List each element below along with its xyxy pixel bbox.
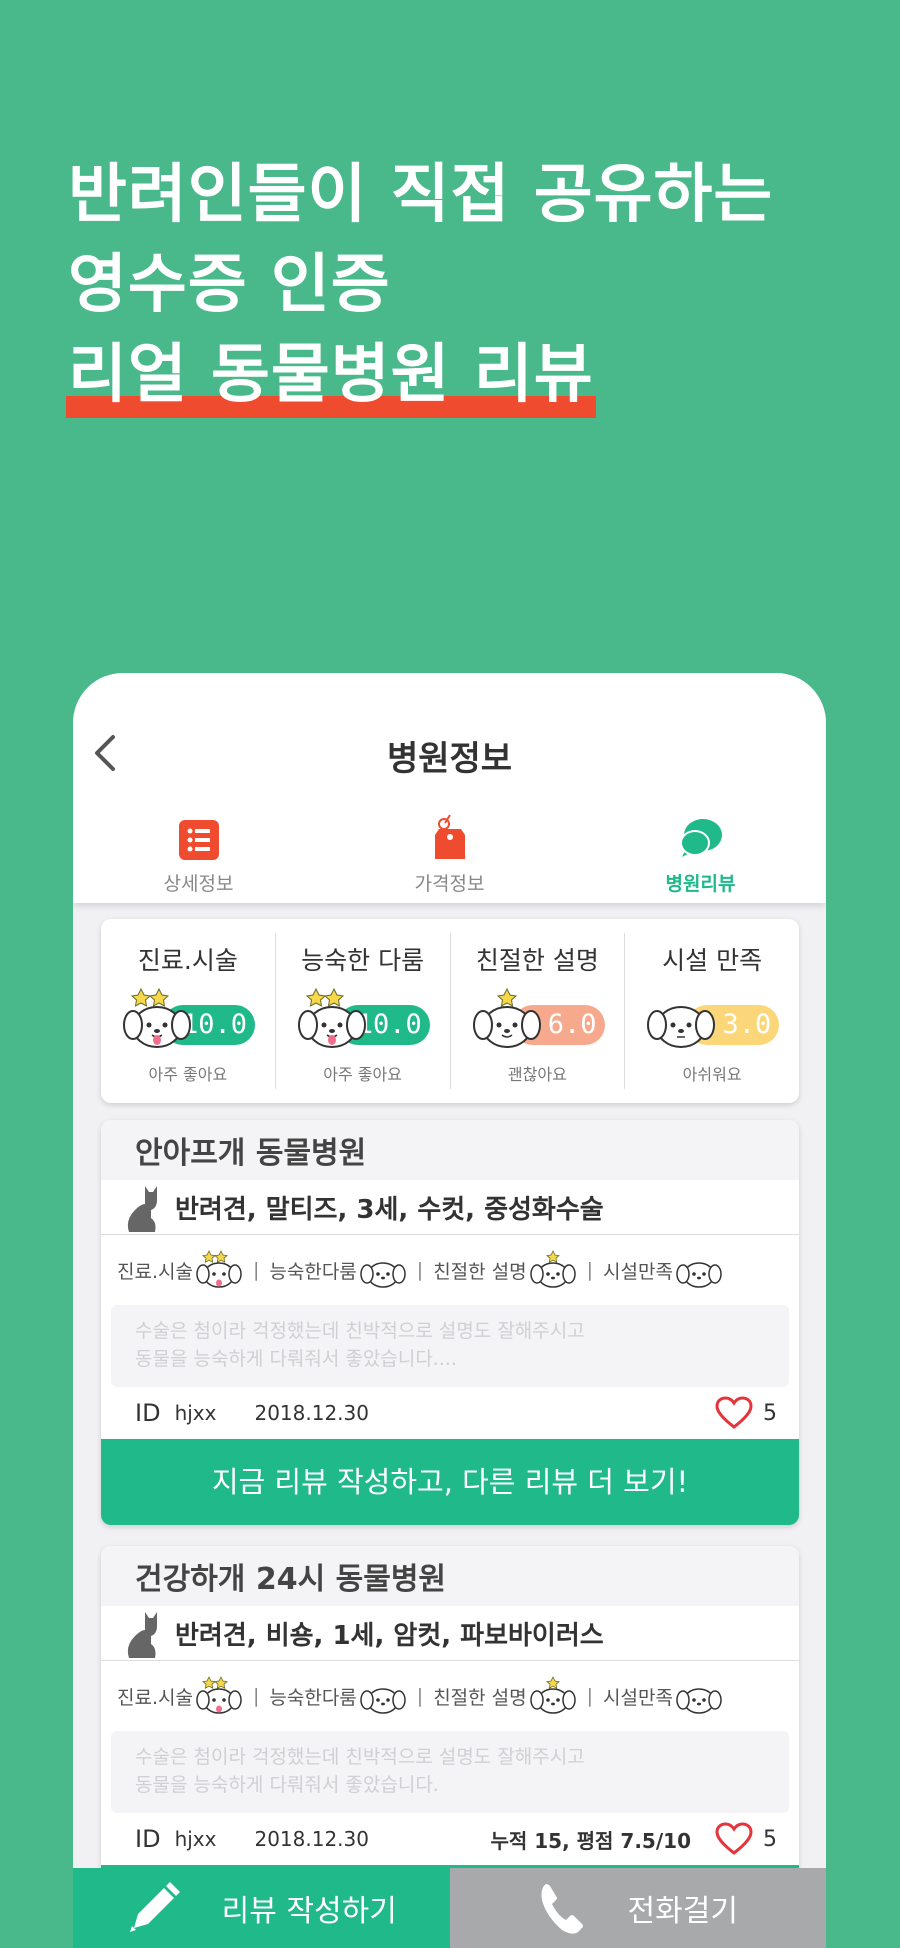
hospital-name: 건강하개 24시 동물병원 [101, 1546, 799, 1606]
call-label: 전화걸기 [627, 1894, 738, 1929]
headline-highlight: 리얼 동물병원 리뷰 [66, 330, 596, 420]
rating-handling: 능숙한 다룸 10.0 아주 좋아요 [276, 933, 451, 1089]
mini-rating-label: 시설만족 [603, 1260, 673, 1283]
mini-ratings: 진료.시술 | 능숙한다룸 | 친절한 설명 | 시설만족 [101, 1235, 799, 1305]
pet-silhouette-icon [127, 1186, 157, 1232]
mini-rating-label: 시설만족 [603, 1686, 673, 1709]
happy-dog-two-stars-icon [297, 987, 366, 1048]
write-review-button[interactable]: 리뷰 작성하기 [73, 1868, 450, 1948]
rating-title: 친절한 설명 [475, 946, 599, 975]
mini-rating-label: 진료.시술 [117, 1686, 193, 1709]
neutral-dog-icon [676, 1688, 722, 1714]
review-card[interactable]: 건강하개 24시 동물병원 반려견, 비숑, 1세, 암컷, 파보바이러스 진료… [101, 1546, 799, 1877]
user-id: hjxx [174, 1401, 217, 1425]
mini-rating-label: 진료.시술 [117, 1260, 193, 1283]
price-tag-icon [434, 814, 465, 859]
review-meta: ID hjxx 2018.12.30 누적 15, 평점 7.5/10 5 [101, 1813, 799, 1865]
mini-rating-label: 능숙한다룸 [269, 1260, 357, 1283]
page-title: 병원정보 [386, 739, 513, 779]
id-label: ID [135, 1825, 161, 1853]
pencil-icon [129, 1882, 180, 1932]
hospital-name: 안아프개 동물병원 [101, 1120, 799, 1180]
happy-dog-two-stars-icon [123, 987, 191, 1048]
rating-desc: 아쉬워요 [682, 1065, 742, 1084]
mini-ratings: 진료.시술 | 능숙한다룸 | 친절한 설명 | 시설만족 [101, 1661, 799, 1731]
smiling-dog-one-star-icon [529, 1676, 576, 1714]
rating-treatment: 진료.시술 10.0 아주 좋아요 [101, 933, 276, 1089]
phone-icon [541, 1884, 583, 1934]
review-meta: ID hjxx 2018.12.30 5 [101, 1387, 799, 1439]
rating-title: 능숙한 다룸 [301, 946, 425, 975]
review-preview: 수술은 첨이라 걱정했는데 친박적으로 설명도 잘해주시고 동물을 능숙하게 다… [111, 1731, 789, 1813]
tab-detail-label: 상세정보 [163, 873, 234, 895]
rating-desc: 아주 좋아요 [323, 1065, 402, 1084]
tab-review-label: 병원리뷰 [665, 873, 736, 895]
list-icon [178, 820, 219, 860]
headline: 반려인들이 직접 공유하는 영수증 인증 리얼 동물병원 리뷰 [66, 150, 774, 420]
mini-rating-label: 친절한 설명 [433, 1686, 527, 1709]
review-stats: 누적 15, 평점 7.5/10 [490, 1828, 692, 1853]
pet-info: 반려견, 비숑, 1세, 암컷, 파보바이러스 [175, 1620, 604, 1651]
mini-rating-label: 능숙한다룸 [269, 1686, 357, 1709]
review-text-line: 동물을 능숙하게 다뤄줘서 좋았습니다. [135, 1774, 439, 1796]
phone-screen: 병원정보 상세정보 가격정보 병원리뷰 진료.시술 10.0 아주 좋아요 능숙… [73, 673, 826, 1948]
neutral-dog-icon [647, 1006, 716, 1048]
pet-info: 반려견, 말티즈, 3세, 수컷, 중성화수술 [175, 1194, 604, 1225]
smiling-dog-one-star-icon [472, 987, 541, 1048]
heart-icon[interactable] [715, 1822, 753, 1856]
rating-desc: 괜찮아요 [507, 1065, 567, 1084]
bottom-action-bar: 리뷰 작성하기 전화걸기 [73, 1868, 826, 1948]
review-text-line: 동물을 능숙하게 다뤄줘서 좋았습니다.... [135, 1348, 457, 1370]
rating-summary: 진료.시술 10.0 아주 좋아요 능숙한 다룸 10.0 아주 좋아요 친절한… [101, 919, 799, 1103]
happy-dog-two-stars-icon [196, 1676, 242, 1714]
happy-dog-two-stars-icon [196, 1250, 242, 1288]
tab-price[interactable]: 가격정보 [324, 813, 575, 896]
review-preview: 수술은 첨이라 걱정했는데 친박적으로 설명도 잘해주시고 동물을 능숙하게 다… [111, 1305, 789, 1387]
review-text-line: 수술은 첨이라 걱정했는데 친박적으로 설명도 잘해주시고 [135, 1746, 585, 1768]
heart-icon[interactable] [715, 1396, 753, 1430]
review-card[interactable]: 안아프개 동물병원 반려견, 말티즈, 3세, 수컷, 중성화수술 진료.시술 … [101, 1120, 799, 1525]
smiling-dog-one-star-icon [529, 1250, 576, 1288]
like-count: 5 [763, 1826, 777, 1852]
rating-explanation: 친절한 설명 6.0 괜찮아요 [451, 933, 626, 1089]
write-review-cta-button[interactable]: 지금 리뷰 작성하고, 다른 리뷰 더 보기! [101, 1439, 799, 1525]
app-header: 병원정보 상세정보 가격정보 병원리뷰 [73, 673, 826, 903]
review-text-line: 수술은 첨이라 걱정했는데 친박적으로 설명도 잘해주시고 [135, 1320, 585, 1342]
rating-title: 시설 만족 [662, 946, 763, 975]
neutral-dog-icon [360, 1262, 406, 1288]
neutral-dog-icon [360, 1688, 406, 1714]
write-review-label: 리뷰 작성하기 [221, 1894, 397, 1929]
review-date: 2018.12.30 [254, 1827, 369, 1851]
user-id: hjxx [174, 1827, 217, 1851]
tab-price-label: 가격정보 [414, 873, 485, 895]
like-count: 5 [763, 1400, 777, 1426]
tab-bar: 상세정보 가격정보 병원리뷰 [73, 813, 826, 896]
tab-review[interactable]: 병원리뷰 [575, 813, 826, 896]
call-button[interactable]: 전화걸기 [449, 1868, 826, 1948]
neutral-dog-icon [676, 1262, 722, 1288]
pet-silhouette-icon [127, 1612, 157, 1658]
mini-rating-label: 친절한 설명 [433, 1260, 527, 1283]
headline-line-1: 반려인들이 직접 공유하는 [68, 158, 774, 232]
review-date: 2018.12.30 [254, 1401, 369, 1425]
rating-title: 진료.시술 [137, 946, 238, 975]
tab-detail[interactable]: 상세정보 [73, 813, 324, 896]
rating-facility: 시설 만족 3.0 아쉬워요 [625, 933, 799, 1089]
chat-bubble-icon [679, 819, 722, 857]
id-label: ID [135, 1399, 161, 1427]
headline-line-2: 영수증 인증 [68, 248, 391, 322]
rating-desc: 아주 좋아요 [148, 1065, 228, 1084]
